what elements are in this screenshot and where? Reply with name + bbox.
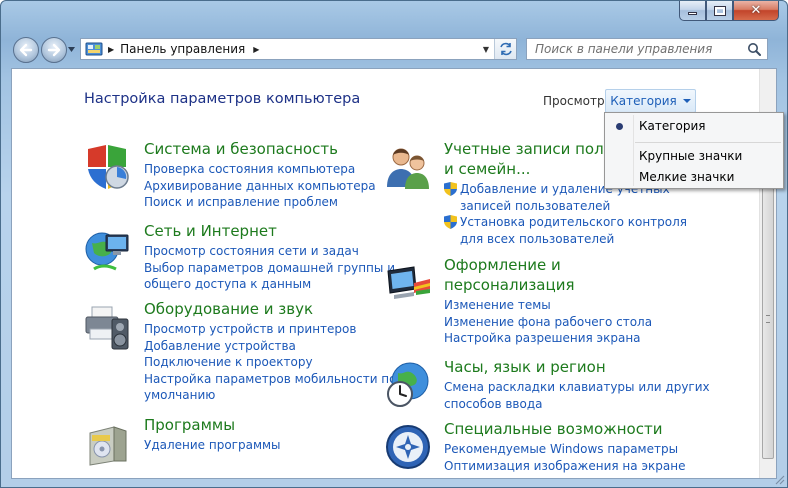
link-projector[interactable]: Подключение к проектору — [144, 354, 397, 371]
window-frame: ✕ ▶ Панель управления ▶ ▼ Поиск в панели… — [0, 0, 788, 488]
refresh-icon — [499, 42, 512, 56]
link-desktop-background[interactable]: Изменение фона рабочего стола — [444, 314, 652, 331]
breadcrumb-control-panel[interactable]: Панель управления — [120, 42, 245, 56]
menu-separator — [635, 142, 781, 143]
link-screen-resolution[interactable]: Настройка разрешения экрана — [444, 330, 652, 347]
minimize-button[interactable] — [679, 1, 706, 21]
category-title-line2: персонализация — [444, 276, 575, 294]
link-keyboard-layout-cont[interactable]: способов ввода — [444, 396, 710, 413]
menu-item-category[interactable]: Категория — [639, 119, 706, 133]
view-by-label: Просмотр: — [543, 94, 609, 108]
link-uninstall[interactable]: Удаление программы — [144, 437, 281, 454]
link-recommended-settings[interactable]: Рекомендуемые Windows параметры — [444, 441, 685, 458]
category-title-line1: Учетные записи пользо — [444, 140, 630, 158]
link-add-device[interactable]: Добавление устройства — [144, 338, 397, 355]
arrow-right-icon — [47, 43, 61, 57]
menu-item-small-icons[interactable]: Мелкие значки — [639, 170, 734, 184]
monitor-palette-icon — [387, 266, 430, 299]
resize-grip-icon[interactable] — [775, 475, 785, 485]
users-icon — [387, 148, 429, 189]
link-homegroup-cont[interactable]: общего доступа к данным — [144, 276, 395, 293]
chevron-down-icon — [682, 99, 691, 103]
category-title-line1: Оформление и — [444, 256, 561, 274]
link-keyboard-layout[interactable]: Смена раскладки клавиатуры или других — [444, 379, 710, 396]
category-title[interactable]: Система и безопасность — [144, 139, 338, 159]
link-troubleshoot[interactable]: Поиск и исправление проблем — [144, 194, 376, 211]
printer-speaker-icon — [85, 306, 129, 350]
link-add-remove-accounts-cont[interactable]: записей пользователей — [444, 198, 687, 215]
view-by-dropdown[interactable]: Категория — [605, 89, 696, 113]
maximize-icon — [713, 5, 726, 16]
programs-box-icon — [89, 426, 127, 466]
address-bar[interactable]: ▶ Панель управления ▶ ▼ — [80, 38, 517, 60]
caption-buttons: ✕ — [679, 1, 779, 22]
refresh-button[interactable] — [494, 39, 516, 59]
category-title[interactable]: Часы, язык и регион — [444, 357, 606, 377]
minimize-icon — [688, 12, 697, 15]
search-box[interactable] — [526, 38, 768, 60]
breadcrumb-chevron-icon[interactable]: ▶ — [253, 45, 259, 54]
link-mobility-cont[interactable]: умолчанию — [144, 387, 397, 404]
scroll-grip-icon — [766, 315, 770, 323]
scrollbar-thumb[interactable] — [762, 179, 774, 459]
category-title[interactable]: Сеть и Интернет — [144, 221, 277, 241]
link-change-theme[interactable]: Изменение темы — [444, 297, 652, 314]
link-mobility[interactable]: Настройка параметров мобильности по — [144, 371, 397, 388]
category-title[interactable]: Учетные записи пользо и семейн... — [444, 139, 630, 179]
close-button[interactable]: ✕ — [733, 1, 779, 21]
maximize-button[interactable] — [706, 1, 733, 21]
security-shield-icon — [88, 145, 129, 189]
uac-shield-icon — [444, 215, 457, 229]
menu-item-large-icons[interactable]: Крупные значки — [639, 149, 742, 163]
accessibility-icon — [386, 425, 430, 469]
recent-pages-chevron-icon[interactable] — [68, 47, 75, 52]
category-title[interactable]: Оформление и персонализация — [444, 255, 574, 295]
address-dropdown-icon[interactable]: ▼ — [478, 39, 494, 59]
breadcrumb-separator-icon[interactable]: ▶ — [108, 45, 114, 54]
link-parental-control-cont[interactable]: для всех пользователей — [444, 231, 687, 248]
menu-gutter — [633, 115, 634, 186]
forward-button[interactable] — [41, 37, 67, 63]
clock-globe-icon — [387, 362, 429, 407]
link-network-status[interactable]: Просмотр состояния сети и задач — [144, 243, 395, 260]
link-check-status[interactable]: Проверка состояния компьютера — [144, 161, 376, 178]
network-globe-icon — [85, 232, 129, 271]
control-panel-icon — [85, 42, 103, 56]
search-icon[interactable] — [747, 42, 761, 56]
category-title[interactable]: Оборудование и звук — [144, 299, 313, 319]
link-backup[interactable]: Архивирование данных компьютера — [144, 178, 376, 195]
link-homegroup[interactable]: Выбор параметров домашней группы и — [144, 260, 395, 277]
link-optimize-display[interactable]: Оптимизация изображения на экране — [444, 458, 685, 475]
category-title[interactable]: Программы — [144, 415, 235, 435]
back-button[interactable] — [13, 37, 39, 63]
link-parental-control[interactable]: Установка родительского контроля — [444, 214, 687, 231]
search-input[interactable] — [527, 40, 739, 58]
page-title: Настройка параметров компьютера — [84, 91, 361, 107]
category-title[interactable]: Специальные возможности — [444, 419, 662, 439]
selected-bullet-icon — [616, 123, 623, 130]
view-by-menu: Категория Крупные значки Мелкие значки — [604, 112, 784, 189]
uac-shield-icon — [444, 182, 457, 196]
link-devices-printers[interactable]: Просмотр устройств и принтеров — [144, 321, 397, 338]
arrow-left-icon — [19, 43, 33, 57]
category-title-line2: и семейн... — [444, 160, 531, 178]
close-icon: ✕ — [750, 3, 762, 18]
link-text: Установка родительского контроля — [460, 215, 688, 229]
view-by-value: Категория — [610, 94, 677, 108]
